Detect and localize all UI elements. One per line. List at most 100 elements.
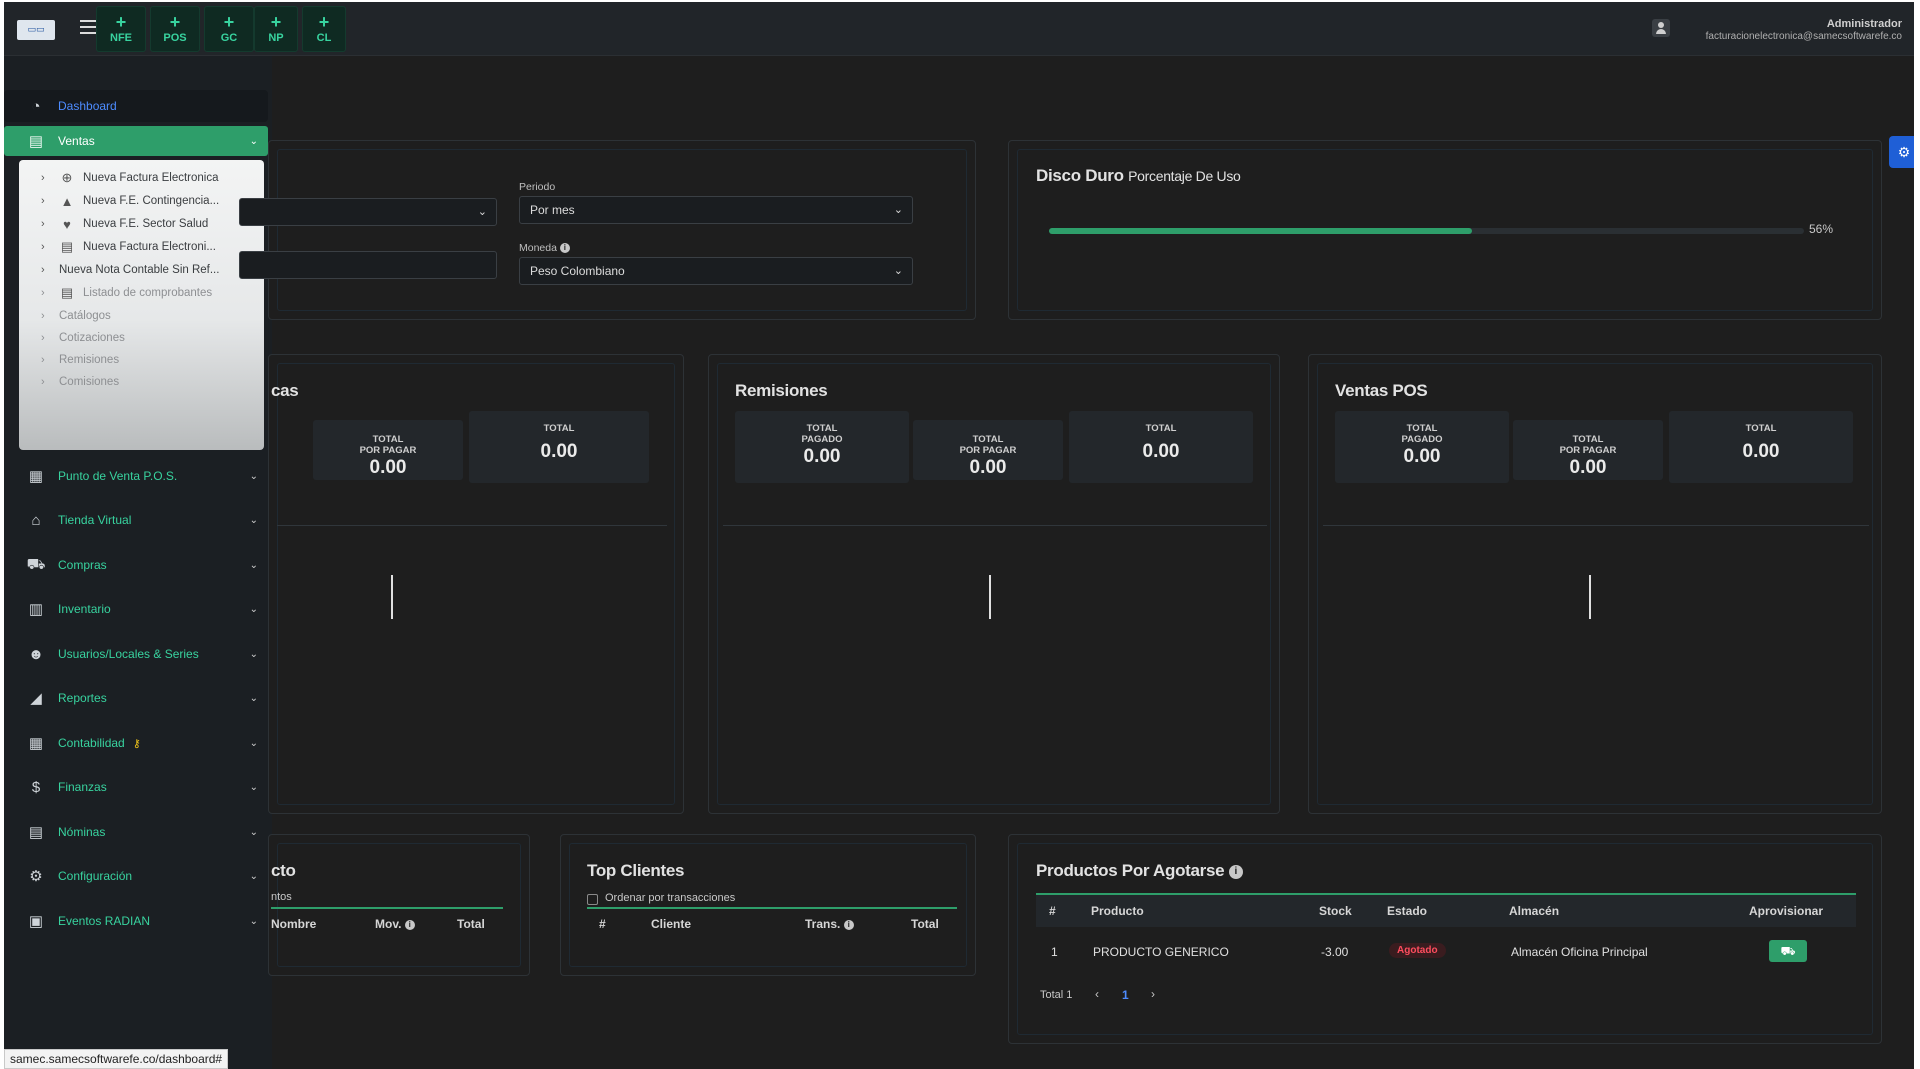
aprovisionar-cart-button[interactable]: ⛟ xyxy=(1769,940,1807,962)
chevron-down-icon: ⌄ xyxy=(477,206,487,218)
plus-icon: + xyxy=(223,12,235,32)
plus-icon: + xyxy=(318,12,330,32)
productos-col-producto[interactable]: Producto xyxy=(1091,904,1144,918)
top-clientes-col-num[interactable]: # xyxy=(599,917,606,931)
user-avatar-icon[interactable] xyxy=(1652,19,1670,37)
top-producto-col-total[interactable]: Total xyxy=(457,917,485,931)
user-email[interactable]: facturacionelectronica@samecsoftwarefe.c… xyxy=(1706,31,1902,42)
moneda-label: Moneda i xyxy=(519,242,570,254)
chevron-down-icon: ⌄ xyxy=(249,915,258,927)
sidebar-item-dashboard[interactable]: ◔ Dashboard xyxy=(4,90,268,122)
chevron-right-icon: › xyxy=(41,218,45,230)
cart-icon: ⛟ xyxy=(1780,944,1796,958)
periodo-label: Periodo xyxy=(519,181,556,193)
submenu-item-cotizaciones[interactable]: › Cotizaciones xyxy=(19,326,264,350)
submenu-item-comisiones[interactable]: › Comisiones xyxy=(19,370,264,394)
productos-col-aprovisionar[interactable]: Aprovisionar xyxy=(1749,904,1823,918)
top-clientes-col-cliente[interactable]: Cliente xyxy=(651,917,691,931)
top-producto-col-nombre[interactable]: Nombre xyxy=(271,917,316,931)
submenu-item-factura-electronica-2[interactable]: › ▤ Nueva Factura Electroni... xyxy=(19,235,264,259)
submenu-item-remisiones[interactable]: › Remisiones xyxy=(19,348,264,372)
remisiones-por-pagar-box: TOTAL POR PAGAR 0.00 xyxy=(913,420,1063,480)
sidebar-item-finanzas[interactable]: $ Finanzas ⌄ xyxy=(4,769,268,805)
document-icon: ▤ xyxy=(28,133,44,150)
facturas-por-pagar-box: TOTAL POR PAGAR 0.00 xyxy=(313,420,463,480)
remisiones-pagado-box: TOTAL PAGADO 0.00 xyxy=(735,411,909,483)
ordenar-transacciones-checkbox[interactable] xyxy=(587,894,598,905)
sidebar-item-usuarios[interactable]: ☻ Usuarios/Locales & Series ⌄ xyxy=(4,636,268,672)
productos-col-num[interactable]: # xyxy=(1049,904,1056,918)
submenu-item-nota-contable[interactable]: › Nueva Nota Contable Sin Ref... xyxy=(19,258,264,282)
filter-select-1[interactable]: ⌄ xyxy=(239,198,497,226)
top-clientes-col-trans[interactable]: Trans. i xyxy=(805,917,854,931)
chevron-down-icon: ⌄ xyxy=(893,204,903,216)
submenu-item-nueva-factura[interactable]: › ⊕ Nueva Factura Electronica xyxy=(19,166,264,190)
chevron-down-icon: ⌄ xyxy=(249,559,258,571)
filter-input-2[interactable] xyxy=(239,251,497,279)
chevron-down-icon: ⌄ xyxy=(249,781,258,793)
main-content: ⌄ Periodo Por mes ⌄ Moneda i Peso Colomb… xyxy=(239,56,1914,1069)
cart-icon: ⛟ xyxy=(26,555,46,573)
table-cell-producto: PRODUCTO GENERICO xyxy=(1093,945,1229,959)
info-icon[interactable]: i xyxy=(1228,864,1243,879)
disk-title: Disco Duro Porcentaje De Uso xyxy=(1036,166,1241,185)
sidebar-item-nominas[interactable]: ▤ Nóminas ⌄ xyxy=(4,814,268,850)
sidebar-item-tienda-virtual[interactable]: ⌂ Tienda Virtual ⌄ xyxy=(4,502,268,538)
chevron-right-icon: › xyxy=(41,241,45,253)
submenu-item-sector-salud[interactable]: › ♥ Nueva F.E. Sector Salud xyxy=(19,212,264,236)
moneda-select[interactable]: Peso Colombiano ⌄ xyxy=(519,257,913,285)
quick-new-gc-button[interactable]: + GC xyxy=(204,6,254,52)
periodo-select[interactable]: Por mes ⌄ xyxy=(519,196,913,224)
sidebar-item-pos[interactable]: ▦ Punto de Venta P.O.S. ⌄ xyxy=(4,458,268,494)
facturas-card: cas TOTAL POR PAGAR 0.00 TOTAL 0.00 xyxy=(268,354,684,814)
clipboard-icon: ▤ xyxy=(28,824,44,841)
user-name[interactable]: Administrador xyxy=(1827,18,1902,30)
pagination-page[interactable]: 1 xyxy=(1122,988,1129,1002)
warehouse-icon: ▥ xyxy=(28,601,44,618)
document-icon: ▤ xyxy=(60,239,74,254)
pagination-next-icon[interactable]: › xyxy=(1151,987,1155,1001)
filters-card: ⌄ Periodo Por mes ⌄ Moneda i Peso Colomb… xyxy=(239,140,976,320)
chevron-down-icon: ⌄ xyxy=(249,135,258,147)
sidebar-item-contabilidad[interactable]: ▦ Contabilidad ⚷ ⌄ xyxy=(4,725,268,761)
info-icon[interactable]: i xyxy=(559,243,570,254)
chevron-down-icon: ⌄ xyxy=(249,470,258,482)
chevron-down-icon: ⌄ xyxy=(249,826,258,838)
sidebar-item-ventas[interactable]: ▤ Ventas ⌄ xyxy=(4,126,268,156)
top-clientes-col-total[interactable]: Total xyxy=(911,917,939,931)
cash-register-icon: ▦ xyxy=(28,468,44,485)
submenu-item-contingencia[interactable]: › ▲ Nueva F.E. Contingencia... xyxy=(19,189,264,213)
productos-col-estado[interactable]: Estado xyxy=(1387,904,1427,918)
top-producto-col-mov[interactable]: Mov. i xyxy=(375,917,415,931)
chevron-right-icon: › xyxy=(41,354,45,366)
productos-col-stock[interactable]: Stock xyxy=(1319,904,1352,918)
sidebar-item-configuracion[interactable]: ⚙ Configuración ⌄ xyxy=(4,858,268,894)
quick-new-cl-button[interactable]: + CL xyxy=(302,6,346,52)
facturas-title: cas xyxy=(271,381,299,400)
app-logo[interactable]: ▭▭ xyxy=(17,20,55,40)
sidebar-item-inventario[interactable]: ▥ Inventario ⌄ xyxy=(4,591,268,627)
top-producto-card: cto ntos Nombre Mov. i Total xyxy=(268,834,530,976)
quick-new-nfe-button[interactable]: + NFE xyxy=(96,6,146,52)
pagination-prev-icon[interactable]: ‹ xyxy=(1095,987,1099,1001)
info-icon[interactable]: i xyxy=(404,919,415,930)
submenu-item-catalogos[interactable]: › Catálogos xyxy=(19,304,264,328)
sidebar-item-compras[interactable]: ⛟ Compras ⌄ xyxy=(4,547,268,583)
productos-agotarse-card: Productos Por Agotarse i # Producto Stoc… xyxy=(1008,834,1882,1044)
quick-new-pos-button[interactable]: + POS xyxy=(150,6,200,52)
sidebar-item-eventos-radian[interactable]: ▣ Eventos RADIAN ⌄ xyxy=(4,903,268,939)
top-clientes-title: Top Clientes xyxy=(587,861,685,880)
ventas-pos-card: Ventas POS TOTAL PAGADO 0.00 TOTAL POR P… xyxy=(1308,354,1882,814)
remisiones-card: Remisiones TOTAL PAGADO 0.00 TOTAL POR P… xyxy=(708,354,1280,814)
settings-gears-button[interactable]: ⚙ xyxy=(1889,136,1914,168)
hand-money-icon: $ xyxy=(31,778,41,796)
chart-area-icon: ◢ xyxy=(30,690,42,707)
quick-new-np-button[interactable]: + NP xyxy=(254,6,298,52)
table-cell-stock: -3.00 xyxy=(1321,945,1349,959)
sidebar-item-reportes[interactable]: ◢ Reportes ⌄ xyxy=(4,680,268,716)
submenu-item-listado-comprobantes[interactable]: › ▤ Listado de comprobantes xyxy=(19,281,264,305)
productos-col-almacen[interactable]: Almacén xyxy=(1509,904,1559,918)
ordenar-transacciones-label: Ordenar por transacciones xyxy=(605,892,736,904)
info-icon[interactable]: i xyxy=(843,919,854,930)
chevron-right-icon: › xyxy=(41,195,45,207)
